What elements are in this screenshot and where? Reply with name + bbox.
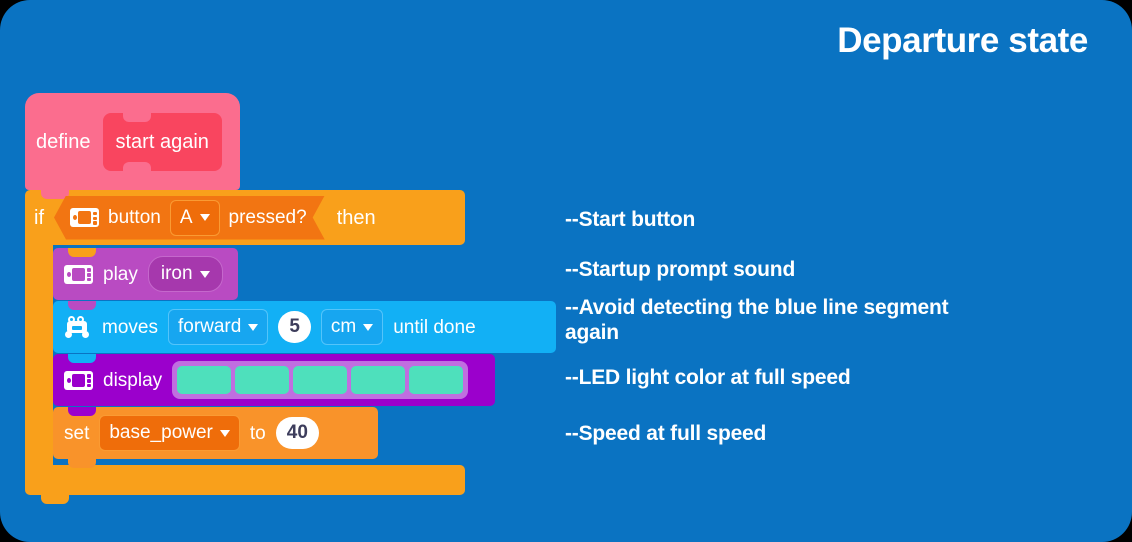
button-label: button xyxy=(108,207,161,228)
play-sound-block[interactable]: play iron xyxy=(53,248,238,300)
chevron-down-icon xyxy=(200,214,210,221)
if-block-header[interactable]: if button A pressed? then xyxy=(25,190,465,245)
led-cell[interactable] xyxy=(293,366,348,394)
microbit-board-icon xyxy=(64,370,93,390)
pressed-label: pressed? xyxy=(228,207,307,228)
led-cell[interactable] xyxy=(235,366,290,394)
sound-select-value: iron xyxy=(160,263,193,284)
chevron-down-icon xyxy=(363,323,374,331)
define-hat-block[interactable]: define start again xyxy=(25,93,240,190)
then-keyword-label: then xyxy=(336,206,376,229)
led-cell[interactable] xyxy=(177,366,232,394)
microbit-board-icon xyxy=(70,208,99,227)
button-pressed-boolean-reporter[interactable]: button A pressed? xyxy=(54,196,325,240)
variable-select-dropdown[interactable]: base_power xyxy=(99,415,240,451)
block-program-canvas: define start again if button A pressed? … xyxy=(0,0,600,542)
if-keyword-label: if xyxy=(34,206,44,229)
moves-label: moves xyxy=(102,316,158,338)
set-label: set xyxy=(64,422,90,444)
moves-block[interactable]: moves forward 5 cm until done xyxy=(53,301,556,353)
annotation-item: --Start button xyxy=(565,208,696,231)
function-name-pill[interactable]: start again xyxy=(102,112,222,171)
slide-canvas: Departure state define start again if bu… xyxy=(0,0,1132,542)
led-cell[interactable] xyxy=(409,366,464,394)
unit-select-value: cm xyxy=(330,316,357,337)
page-title: Departure state xyxy=(837,21,1088,60)
chevron-down-icon xyxy=(248,323,259,331)
if-block-spine xyxy=(25,245,53,465)
sound-select-dropdown[interactable]: iron xyxy=(147,256,223,292)
direction-select-dropdown[interactable]: forward xyxy=(167,309,269,345)
play-label: play xyxy=(103,263,138,285)
annotation-item: --LED light color at full speed xyxy=(565,366,851,389)
direction-select-value: forward xyxy=(177,316,242,337)
chevron-down-icon xyxy=(199,270,210,278)
led-cell[interactable] xyxy=(351,366,406,394)
annotation-item: --Avoid detecting the blue line segment … xyxy=(565,296,949,344)
until-done-label: until done xyxy=(393,316,476,338)
to-label: to xyxy=(249,422,266,444)
if-block-footer xyxy=(25,465,465,504)
annotation-item: --Startup prompt sound xyxy=(565,258,796,281)
set-variable-block[interactable]: set base_power to 40 xyxy=(53,407,378,468)
unit-select-dropdown[interactable]: cm xyxy=(320,309,384,345)
led-color-strip[interactable] xyxy=(172,361,469,399)
annotation-item: --Speed at full speed xyxy=(565,422,767,445)
microbit-board-icon xyxy=(64,264,93,284)
button-select-value: A xyxy=(179,206,193,228)
define-keyword-label: define xyxy=(36,130,91,153)
display-label: display xyxy=(103,369,163,391)
function-name-label: start again xyxy=(115,130,209,153)
chevron-down-icon xyxy=(219,429,230,437)
variable-value-input[interactable]: 40 xyxy=(275,417,319,449)
display-leds-block[interactable]: display xyxy=(53,354,495,406)
robot-car-icon xyxy=(64,316,92,338)
button-select-dropdown[interactable]: A xyxy=(170,200,220,236)
distance-number-input[interactable]: 5 xyxy=(278,311,311,343)
variable-select-value: base_power xyxy=(109,422,213,443)
